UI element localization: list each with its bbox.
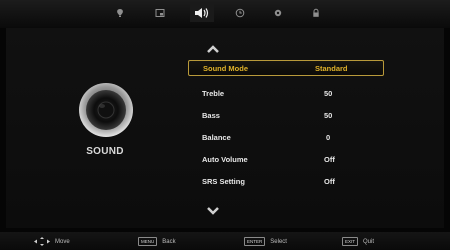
gear-icon[interactable] [266, 4, 290, 22]
menu-key-icon: MENU [138, 237, 158, 246]
setting-value: Off [324, 177, 335, 186]
setting-value: 0 [326, 133, 331, 142]
scroll-down-arrow-icon[interactable] [206, 206, 220, 216]
setting-row-treble[interactable]: Treble 50 [188, 86, 382, 100]
help-bar: Move MENU Back ENTER Select EXIT Quit [0, 232, 450, 250]
screen-icon[interactable] [148, 4, 172, 22]
lock-icon[interactable] [304, 4, 328, 22]
setting-label: Auto Volume [202, 155, 248, 164]
hint-quit: EXIT Quit [342, 237, 374, 246]
setting-label: Treble [202, 89, 225, 98]
setting-row-srs-setting[interactable]: SRS Setting Off [188, 174, 382, 188]
setting-label: SRS Setting [202, 177, 245, 186]
enter-key-icon: ENTER [244, 237, 266, 246]
setting-value: 50 [324, 111, 333, 120]
hint-quit-label: Quit [363, 238, 375, 245]
sound-menu-panel [6, 28, 444, 228]
hint-move-label: Move [55, 238, 70, 245]
setting-value: 50 [324, 89, 333, 98]
hint-select-label: Select [270, 238, 287, 245]
section-title: SOUND [86, 146, 124, 157]
setting-row-auto-volume[interactable]: Auto Volume Off [188, 152, 382, 166]
exit-key-icon: EXIT [342, 237, 359, 246]
setting-label: Bass [202, 111, 220, 120]
speaker-graphic-icon [78, 82, 134, 138]
menu-category-bar [0, 0, 450, 28]
scroll-up-arrow-icon[interactable] [206, 44, 220, 54]
setting-label: Balance [202, 133, 231, 142]
setting-value: Off [324, 155, 335, 164]
dpad-icon [34, 237, 50, 246]
hint-select: ENTER Select [244, 237, 287, 246]
speaker-icon[interactable] [190, 4, 214, 22]
hint-back: MENU Back [138, 237, 176, 246]
setting-row-sound-mode[interactable]: Sound Mode Standard [188, 60, 384, 76]
hint-move: Move [34, 237, 70, 246]
setting-value: Standard [315, 64, 348, 73]
setting-row-bass[interactable]: Bass 50 [188, 108, 382, 122]
clock-icon[interactable] [228, 4, 252, 22]
setting-label: Sound Mode [203, 64, 248, 73]
picture-icon[interactable] [108, 4, 132, 22]
setting-row-balance[interactable]: Balance 0 [188, 130, 382, 144]
hint-back-label: Back [162, 238, 176, 245]
